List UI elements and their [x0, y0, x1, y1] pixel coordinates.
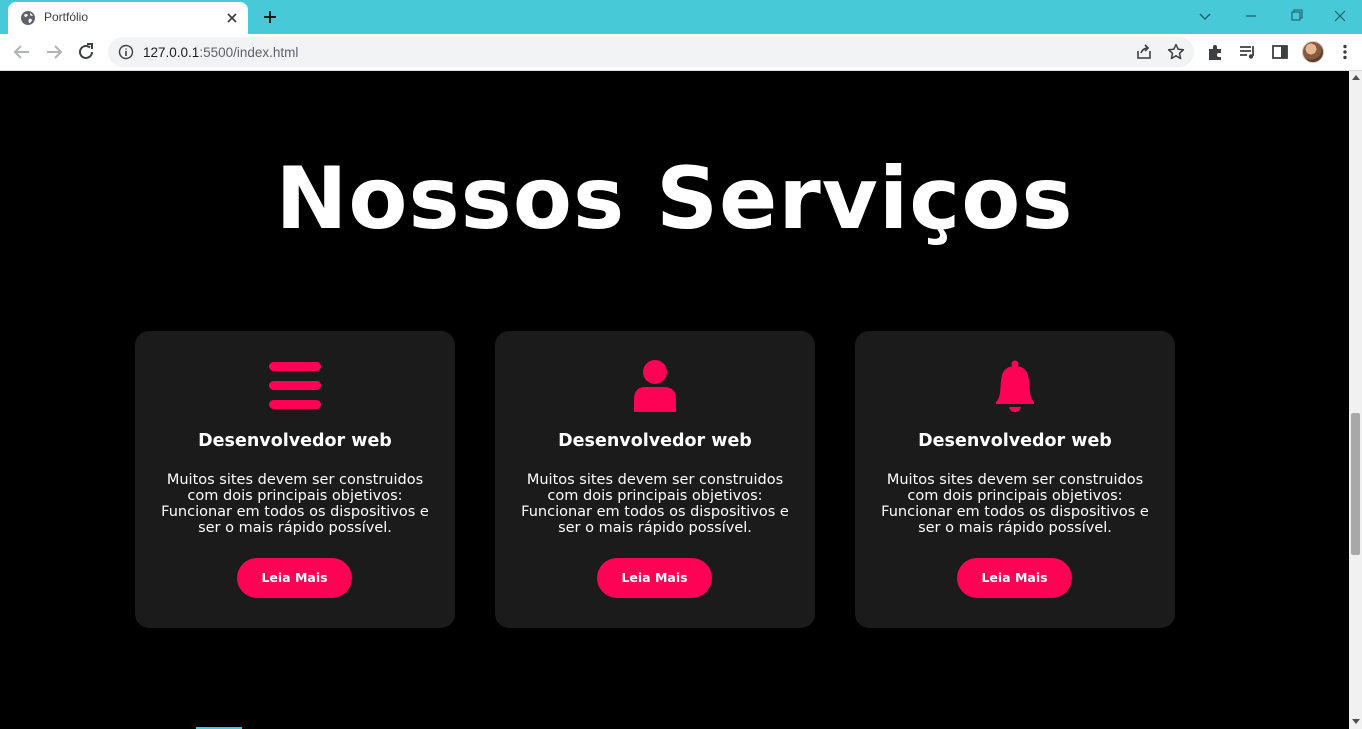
media-queue-icon[interactable] [1238, 42, 1258, 62]
scrollbar-thumb[interactable] [1351, 413, 1360, 555]
user-icon [634, 360, 676, 412]
tab-strip: Portfólio [0, 0, 1362, 34]
minimize-icon[interactable] [1229, 2, 1273, 30]
tab-title: Portfólio [44, 10, 89, 24]
forward-icon[interactable] [42, 40, 66, 64]
reload-icon[interactable] [74, 40, 98, 64]
close-tab-icon[interactable] [222, 8, 242, 28]
back-icon[interactable] [10, 40, 34, 64]
vertical-scrollbar[interactable] [1349, 71, 1362, 729]
scroll-down-arrow[interactable] [1352, 719, 1360, 724]
url-text[interactable]: 127.0.0.1:5500/index.html [143, 45, 298, 60]
service-card: Desenvolvedor web Muitos sites devem ser… [135, 331, 455, 628]
url-path: :5500/index.html [199, 45, 299, 60]
address-bar[interactable]: 127.0.0.1:5500/index.html [108, 37, 1194, 67]
side-panel-icon[interactable] [1270, 42, 1290, 62]
url-host: 127.0.0.1 [143, 45, 200, 60]
extensions-icon[interactable] [1206, 42, 1226, 62]
scroll-up-arrow[interactable] [1352, 75, 1360, 80]
page-viewport: Nossos Serviços Desenvolvedor web Muitos… [0, 71, 1349, 729]
read-more-button[interactable]: Leia Mais [237, 558, 352, 598]
bars-icon [269, 362, 321, 409]
card-description: Muitos sites devem ser construidos com d… [881, 472, 1149, 536]
profile-avatar[interactable] [1302, 41, 1324, 63]
globe-icon [21, 11, 35, 25]
card-title: Desenvolvedor web [558, 431, 752, 451]
browser-toolbar: 127.0.0.1:5500/index.html [0, 34, 1362, 71]
bookmark-star-icon[interactable] [1166, 42, 1186, 62]
tab-search-icon[interactable] [1183, 2, 1227, 30]
card-title: Desenvolvedor web [198, 431, 392, 451]
card-description: Muitos sites devem ser construidos com d… [161, 472, 429, 536]
read-more-button[interactable]: Leia Mais [957, 558, 1072, 598]
service-card: Desenvolvedor web Muitos sites devem ser… [495, 331, 815, 628]
bell-icon [996, 360, 1034, 412]
section-heading: Nossos Serviços [275, 149, 1074, 249]
card-description: Muitos sites devem ser construidos com d… [521, 472, 789, 536]
new-tab-icon[interactable] [258, 5, 282, 29]
card-title: Desenvolvedor web [918, 431, 1112, 451]
read-more-button[interactable]: Leia Mais [597, 558, 712, 598]
browser-menu-icon[interactable] [1335, 42, 1355, 62]
browser-tab[interactable]: Portfólio [8, 2, 248, 34]
service-card: Desenvolvedor web Muitos sites devem ser… [855, 331, 1175, 628]
restore-icon[interactable] [1275, 2, 1319, 30]
site-info-icon[interactable] [118, 44, 134, 60]
share-icon[interactable] [1134, 42, 1154, 62]
close-window-icon[interactable] [1318, 2, 1362, 30]
